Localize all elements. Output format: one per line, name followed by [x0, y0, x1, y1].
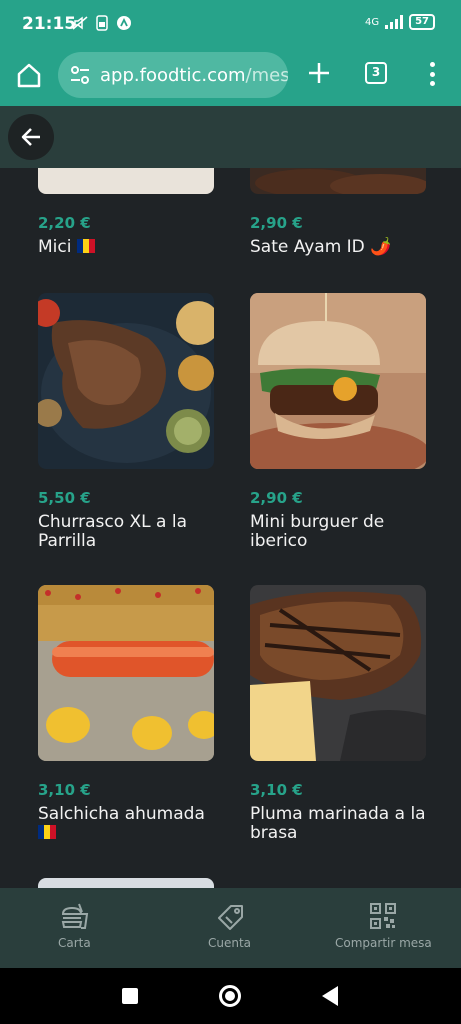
product-name-text: Salchicha ahumada	[38, 804, 205, 824]
status-time: 21:15	[22, 14, 77, 34]
product-price: 2,20 €	[38, 214, 91, 232]
product-price: 2,90 €	[250, 214, 303, 232]
product-name: Pluma marinada a la brasa	[250, 804, 426, 843]
bottom-navigation: Carta Cuenta Compartir mesa	[0, 888, 461, 968]
sim-icon	[96, 15, 108, 31]
product-image	[38, 878, 214, 888]
product-name-text: Mici	[38, 237, 72, 257]
product-name-text: Sate Ayam ID	[250, 237, 365, 257]
status-bar: 21:15 4G 57	[0, 0, 461, 50]
product-image	[38, 585, 214, 761]
product-image	[250, 293, 426, 469]
product-price: 3,10 €	[250, 781, 303, 799]
product-card[interactable]: 2,20 € Mici	[38, 168, 214, 257]
product-name: Mici	[38, 238, 214, 257]
signal-icon	[385, 15, 404, 29]
nav-share-table[interactable]: Compartir mesa	[335, 902, 432, 950]
nav-bill[interactable]: Cuenta	[208, 902, 251, 950]
system-back-button[interactable]	[322, 986, 338, 1006]
product-card[interactable]: 2,90 € Sate Ayam ID 🌶️	[250, 168, 426, 257]
site-settings-icon[interactable]	[68, 63, 92, 87]
system-navigation-bar	[0, 968, 461, 1024]
product-name: Salchicha ahumada	[38, 805, 214, 843]
browser-menu-button[interactable]	[422, 60, 442, 88]
product-image	[250, 168, 426, 194]
arrow-left-icon	[21, 128, 40, 146]
mute-icon	[72, 16, 88, 30]
nav-bill-label: Cuenta	[208, 936, 252, 950]
nav-menu[interactable]: Carta	[58, 902, 91, 950]
app-header	[0, 106, 461, 168]
network-type: 4G	[364, 16, 380, 28]
burger-icon	[62, 903, 89, 929]
status-system-icons: 4G 57	[365, 14, 435, 30]
product-card[interactable]	[38, 878, 214, 888]
qr-code-icon	[370, 903, 397, 929]
tab-switcher-button[interactable]: 3	[365, 62, 387, 84]
url-domain: app.foodtic.com	[100, 64, 246, 86]
product-name: Churrasco XL a la Parrilla	[38, 512, 188, 551]
battery-icon: 57	[409, 14, 435, 30]
product-card[interactable]: 3,10 € Salchicha ahumada	[38, 585, 214, 843]
address-bar[interactable]: app.foodtic.com/mesa	[58, 52, 288, 98]
url-text: app.foodtic.com/mesa	[100, 65, 288, 86]
plus-icon	[309, 63, 329, 83]
product-price: 3,10 €	[38, 781, 91, 799]
url-path: /mesa	[245, 64, 288, 86]
menu-dot	[429, 62, 435, 67]
romania-flag-icon	[76, 239, 95, 253]
status-notification-icons	[72, 15, 132, 31]
product-card[interactable]: 5,50 € Churrasco XL a la Parrilla	[38, 293, 214, 551]
product-image	[38, 293, 214, 469]
menu-dot	[429, 71, 435, 77]
nav-menu-label: Carta	[58, 936, 91, 950]
home-button[interactable]	[219, 985, 241, 1007]
product-price: 2,90 €	[250, 489, 303, 507]
recents-button[interactable]	[122, 988, 138, 1004]
product-name: Mini burguer de iberico	[250, 512, 385, 551]
product-name: Sate Ayam ID 🌶️	[250, 238, 426, 257]
back-button[interactable]	[8, 114, 54, 160]
home-icon[interactable]	[14, 60, 44, 90]
new-tab-button[interactable]	[304, 58, 334, 88]
product-image	[38, 168, 214, 194]
app-notification-icon	[117, 16, 131, 30]
product-card[interactable]: 2,90 € Mini burguer de iberico	[250, 293, 426, 551]
nav-share-label: Compartir mesa	[335, 936, 432, 950]
product-card[interactable]: 3,10 € Pluma marinada a la brasa	[250, 585, 426, 843]
romania-flag-icon	[38, 825, 56, 839]
tag-icon	[217, 905, 243, 930]
product-grid: 2,20 € Mici 2,90 € Sate Ayam ID 🌶️ 5,50 …	[0, 168, 461, 888]
browser-toolbar: app.foodtic.com/mesa 3	[0, 50, 461, 106]
product-price: 5,50 €	[38, 489, 91, 507]
menu-dot	[429, 81, 435, 86]
product-image	[250, 585, 426, 761]
chili-pepper-icon: 🌶️	[370, 237, 392, 257]
